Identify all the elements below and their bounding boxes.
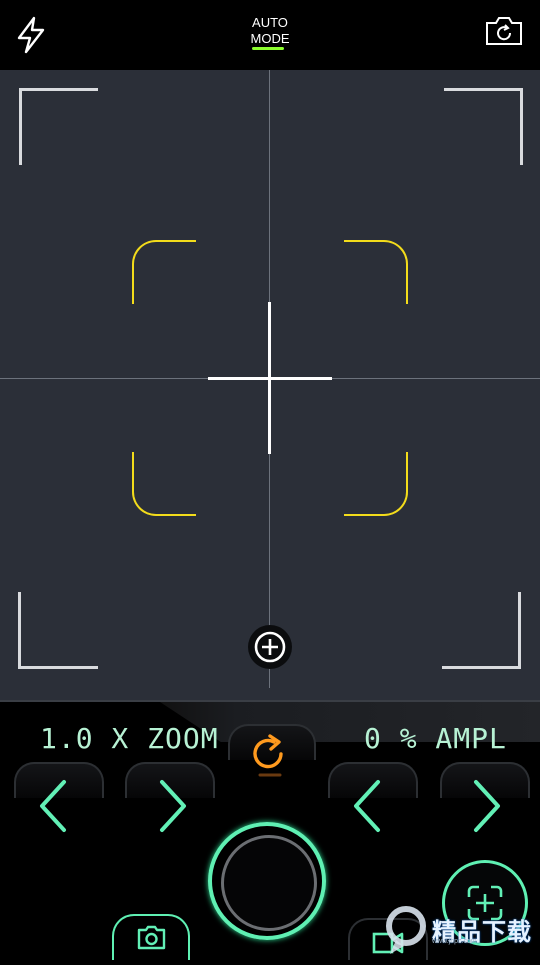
top-bar: AUTO MODE <box>0 0 540 70</box>
focus-bracket-bottom-right <box>344 452 408 516</box>
ampl-readout: 0 % AMPL <box>364 722 507 755</box>
reset-button[interactable] <box>246 728 294 780</box>
ampl-increase-button[interactable] <box>466 778 506 834</box>
watermark-url: www.jbpc.com <box>432 938 477 945</box>
zoom-readout: 1.0 X ZOOM <box>40 722 219 755</box>
focus-add-button[interactable] <box>248 625 292 669</box>
frame-corner-bottom-right <box>442 592 521 669</box>
mode-label-line2: MODE <box>250 31 290 46</box>
plus-circle-icon <box>254 631 286 663</box>
shutter-inner-ring <box>221 835 317 931</box>
frame-corner-top-left <box>19 88 98 165</box>
camera-switch-icon[interactable] <box>484 14 524 48</box>
focus-bracket-top-left <box>132 240 196 304</box>
camera-icon <box>137 925 166 950</box>
mode-label-line1: AUTO <box>252 15 288 30</box>
crosshair-horizontal <box>208 377 332 380</box>
camera-viewfinder[interactable] <box>0 70 540 700</box>
zoom-increase-button[interactable] <box>152 778 192 834</box>
frame-corner-top-right <box>444 88 523 165</box>
focus-bracket-bottom-left <box>132 452 196 516</box>
mode-underline <box>252 47 284 50</box>
frame-corner-bottom-left <box>18 592 98 669</box>
photo-mode-button[interactable] <box>112 914 190 960</box>
focus-bracket-top-right <box>344 240 408 304</box>
ampl-decrease-button[interactable] <box>348 778 388 834</box>
mode-selector[interactable]: AUTO MODE <box>230 15 310 47</box>
zoom-decrease-button[interactable] <box>34 778 74 834</box>
flash-icon[interactable] <box>14 16 48 54</box>
watermark-logo-icon <box>386 906 426 954</box>
